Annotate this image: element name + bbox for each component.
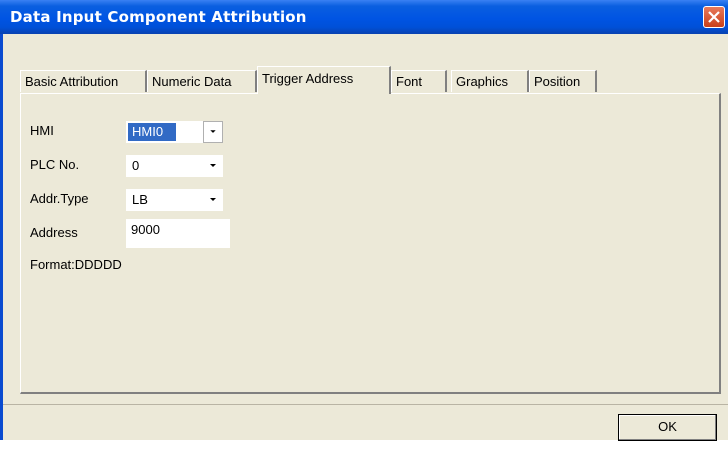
hmi-select[interactable]: HMI0 [126,121,223,143]
tab-font[interactable]: Font [391,70,447,92]
plc-no-select[interactable]: 0 [126,155,223,177]
hmi-value: HMI0 [132,124,164,139]
ok-button[interactable]: OK [618,414,717,441]
addr-type-label: Addr.Type [30,191,89,206]
chevron-down-icon[interactable] [203,189,223,211]
tab-position[interactable]: Position [529,70,597,92]
plc-no-value: 0 [132,158,140,173]
tab-graphics[interactable]: Graphics [451,70,529,92]
window-border [0,34,3,440]
tab-basic-attribution[interactable]: Basic Attribution [20,70,147,92]
chevron-down-icon[interactable] [203,155,223,177]
dialog-window: Data Input Component Attribution Basic A… [0,0,728,441]
title-bar[interactable]: Data Input Component Attribution [0,0,728,34]
addr-type-value: LB [132,192,148,207]
hmi-label: HMI [30,123,54,138]
address-label: Address [30,225,78,240]
close-button[interactable] [703,6,725,28]
plc-no-label: PLC No. [30,157,80,172]
addr-type-select[interactable]: LB [126,189,223,211]
address-input[interactable]: 9000 [126,219,230,248]
address-value: 9000 [131,222,160,237]
chevron-down-icon[interactable] [203,121,223,143]
tab-trigger-address[interactable]: Trigger Address [257,66,391,94]
tab-numeric-data[interactable]: Numeric Data [147,70,257,92]
footer-divider [3,404,728,405]
tab-panel-trigger-address: HMI HMI0 PLC No. 0 Addr.Type LB Address … [20,93,721,394]
close-icon [708,11,720,23]
address-format-hint: Format:DDDDD [30,257,122,272]
window-title: Data Input Component Attribution [10,8,307,26]
